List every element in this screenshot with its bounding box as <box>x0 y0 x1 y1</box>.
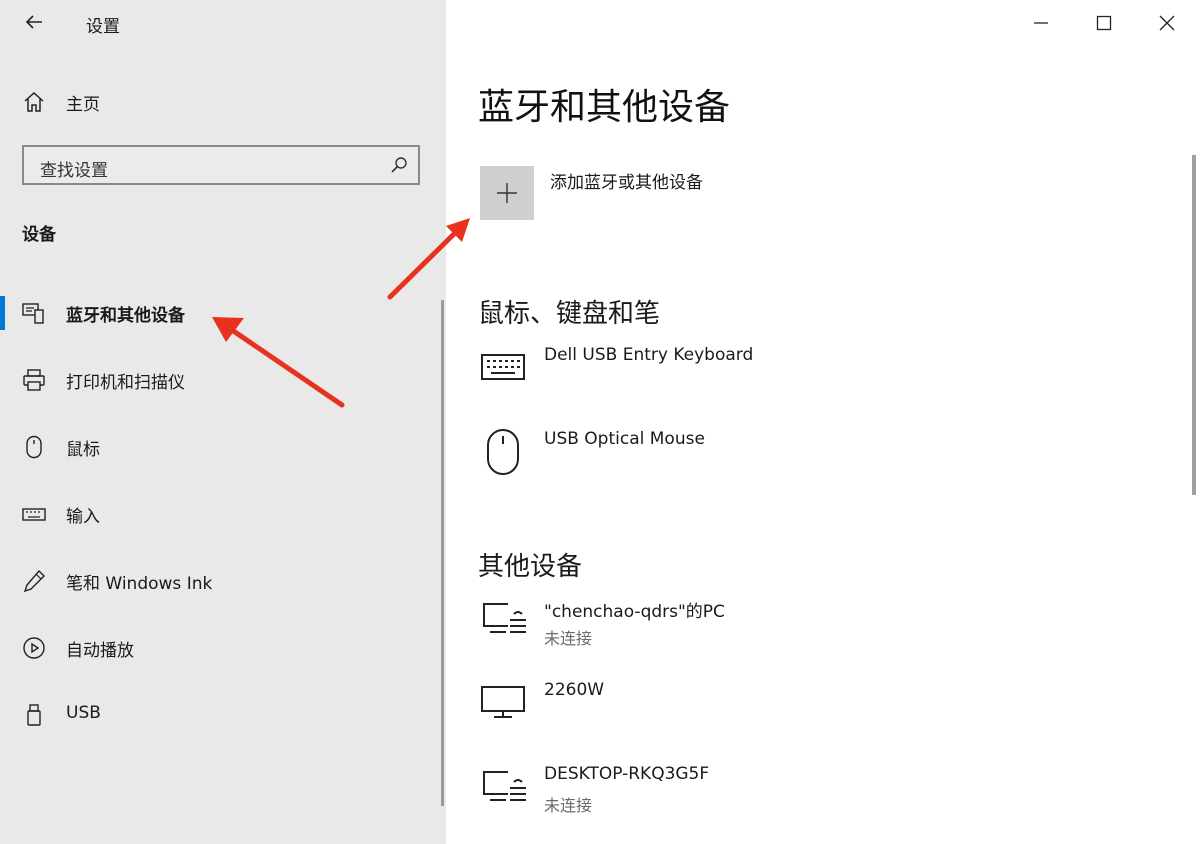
pc-wireless-icon <box>483 603 526 633</box>
sidebar-item-label: 自动播放 <box>66 641 134 661</box>
section-title-other-devices: 其他设备 <box>478 552 583 582</box>
search-icon[interactable] <box>390 156 408 174</box>
sidebar-scrollbar[interactable] <box>441 300 444 806</box>
device-name: DESKTOP-RKQ3G5F <box>544 764 710 784</box>
home-nav-item[interactable]: 主页 <box>0 80 446 124</box>
device-name: USB Optical Mouse <box>544 429 705 449</box>
sidebar-item-pen[interactable]: 笔和 Windows Ink <box>0 556 440 606</box>
search-input[interactable]: 查找设置 <box>22 145 420 185</box>
sidebar-item-usb[interactable]: USB <box>0 690 440 740</box>
back-arrow-icon[interactable] <box>22 10 46 34</box>
main-scrollbar[interactable] <box>1192 155 1196 495</box>
device-name: 2260W <box>544 680 605 700</box>
sidebar-item-label: 打印机和扫描仪 <box>66 373 185 393</box>
sidebar-item-label: 笔和 Windows Ink <box>66 574 213 594</box>
sidebar-item-printers[interactable]: 打印机和扫描仪 <box>0 355 440 405</box>
section-title-devices: 设备 <box>22 225 56 245</box>
bluetooth-devices-icon <box>22 303 44 324</box>
device-status: 未连接 <box>544 629 593 648</box>
pen-icon <box>23 569 45 593</box>
sidebar-item-input[interactable]: 输入 <box>0 489 440 539</box>
mouse-icon <box>487 429 519 475</box>
sidebar-item-label: 输入 <box>66 507 100 527</box>
section-title-input-devices: 鼠标、键盘和笔 <box>478 299 661 329</box>
keyboard-icon <box>22 508 46 521</box>
mouse-icon <box>26 435 42 459</box>
plus-icon <box>497 183 517 203</box>
app-title: 设置 <box>86 17 120 37</box>
sidebar: 设置 主页 查找设置 设备 蓝牙和其他设备 打印机和扫描仪 鼠标 输入 笔和 W… <box>0 0 446 844</box>
home-label: 主页 <box>66 95 100 115</box>
minimize-icon[interactable] <box>1026 8 1056 38</box>
page-title: 蓝牙和其他设备 <box>478 87 731 128</box>
sidebar-item-bluetooth[interactable]: 蓝牙和其他设备 <box>0 288 440 338</box>
device-name: Dell USB Entry Keyboard <box>544 345 754 365</box>
home-icon <box>24 91 44 112</box>
monitor-icon <box>481 686 525 718</box>
sidebar-item-label: 鼠标 <box>66 440 100 460</box>
pc-wireless-icon <box>483 771 526 801</box>
keyboard-icon <box>481 354 525 380</box>
close-icon[interactable] <box>1152 8 1182 38</box>
device-name: "chenchao-qdrs"的PC <box>544 602 725 622</box>
sidebar-item-mouse[interactable]: 鼠标 <box>0 422 440 472</box>
sidebar-item-label: USB <box>66 703 101 723</box>
device-status: 未连接 <box>544 796 593 815</box>
search-placeholder: 查找设置 <box>40 161 108 181</box>
maximize-icon[interactable] <box>1089 8 1119 38</box>
autoplay-icon <box>23 637 45 659</box>
usb-icon <box>27 704 41 726</box>
sidebar-item-label: 蓝牙和其他设备 <box>66 306 185 326</box>
printer-icon <box>23 369 45 391</box>
sidebar-item-autoplay[interactable]: 自动播放 <box>0 623 440 673</box>
add-device-label[interactable]: 添加蓝牙或其他设备 <box>550 168 703 193</box>
add-device-button[interactable] <box>480 166 534 220</box>
